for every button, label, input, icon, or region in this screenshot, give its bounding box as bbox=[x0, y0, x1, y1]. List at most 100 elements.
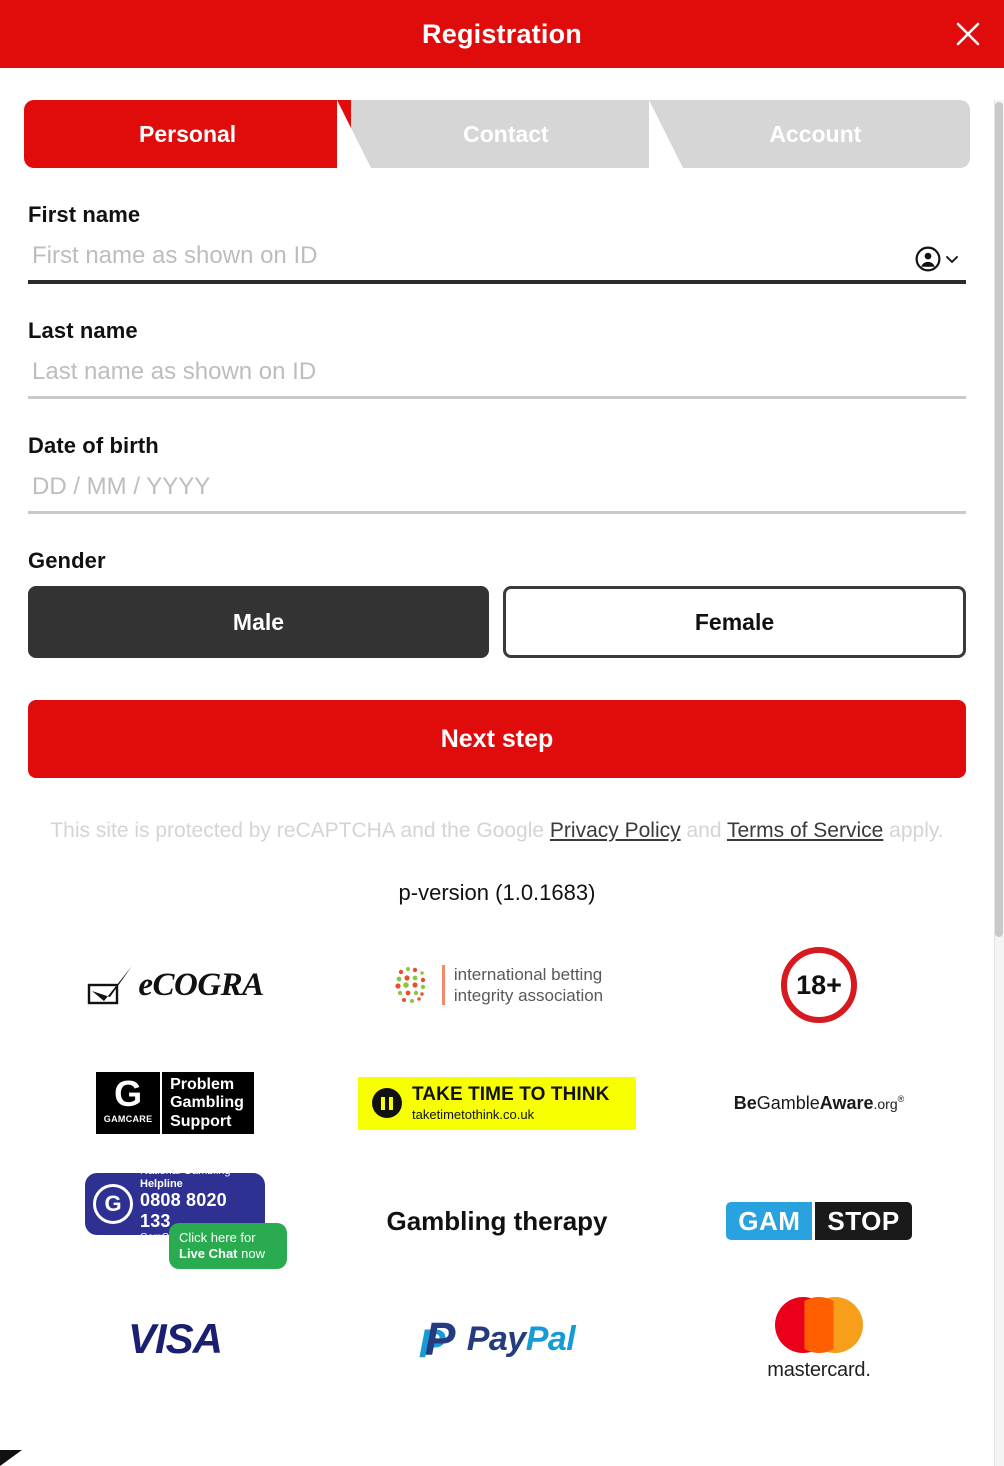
logo-take-time-to-think: TAKE TIME TO THINK taketimetothink.co.uk bbox=[336, 1044, 658, 1162]
paypal-part1: Pay bbox=[466, 1319, 527, 1358]
bga-part2: Gamble bbox=[756, 1092, 820, 1113]
gamcare-line1: Problem bbox=[170, 1075, 235, 1093]
logo-begambleaware: BeGambleAware.org® bbox=[658, 1044, 980, 1162]
modal-header: Registration bbox=[0, 0, 1004, 68]
recaptcha-prefix: This site is protected by reCAPTCHA and … bbox=[50, 819, 550, 842]
gender-options: Male Female bbox=[28, 586, 966, 658]
logo-gambling-therapy: Gambling therapy bbox=[336, 1162, 658, 1280]
paypal-part2: Pal bbox=[525, 1319, 576, 1358]
helpline-mark: G bbox=[93, 1184, 133, 1225]
terms-of-service-link[interactable]: Terms of Service bbox=[727, 819, 883, 842]
next-step-button[interactable]: Next step bbox=[28, 700, 966, 778]
last-name-input[interactable] bbox=[28, 354, 966, 396]
gender-option-male[interactable]: Male bbox=[28, 586, 489, 658]
cursor-artifact bbox=[0, 1450, 22, 1466]
tab-separator-1 bbox=[337, 100, 371, 168]
date-of-birth-input-row bbox=[28, 469, 966, 511]
logo-ibia: international betting integrity associat… bbox=[336, 926, 658, 1044]
gender-option-female-label: Female bbox=[694, 608, 775, 635]
helpline-title-plain: National Gambling bbox=[140, 1165, 231, 1178]
recaptcha-conjunction: and bbox=[680, 819, 727, 842]
scrollbar-thumb[interactable] bbox=[995, 102, 1003, 937]
helpline-title-bold: Helpline bbox=[140, 1177, 183, 1190]
first-name-label: First name bbox=[28, 202, 141, 227]
date-of-birth-underline bbox=[28, 511, 966, 514]
certification-logo-grid: eCOGRA international betting integrity a… bbox=[0, 926, 994, 1398]
app-version: p-version (1.0.1683) bbox=[398, 880, 596, 906]
tab-account[interactable]: Account bbox=[642, 100, 971, 168]
gamstop-part1: GAM bbox=[726, 1202, 813, 1241]
vertical-scrollbar[interactable] bbox=[994, 100, 1004, 1466]
logo-18-plus: 18+ bbox=[658, 926, 980, 1044]
live-chat-bold: Live Chat bbox=[179, 1246, 238, 1262]
visa-text: VISA bbox=[127, 1315, 223, 1363]
gamcare-mark: G bbox=[114, 1073, 143, 1115]
gamcare-brand: GAMCARE bbox=[103, 1114, 153, 1125]
logo-paypal: P P PayPal bbox=[336, 1280, 658, 1398]
gender-label: Gender bbox=[28, 548, 106, 573]
bga-registered: ® bbox=[897, 1093, 905, 1104]
live-chat-tail: now bbox=[237, 1246, 265, 1262]
tab-account-label: Account bbox=[769, 120, 862, 147]
logo-ecogra-text: eCOGRA bbox=[138, 966, 264, 1003]
recaptcha-notice: This site is protected by reCAPTCHA and … bbox=[48, 816, 946, 846]
tab-separator-2 bbox=[649, 100, 683, 168]
gamcare-line3: Support bbox=[170, 1112, 232, 1130]
age-restriction-badge: 18+ bbox=[781, 947, 857, 1024]
gamstop-part2: STOP bbox=[815, 1202, 912, 1241]
date-of-birth-label: Date of birth bbox=[28, 433, 159, 458]
logo-gamcare: G GAMCARE Problem Gambling Support bbox=[14, 1044, 336, 1162]
logo-national-gambling-helpline: G National Gambling Helpline 0808 8020 1… bbox=[14, 1162, 336, 1280]
modal-content: Personal Contact Account First name Firs… bbox=[0, 100, 994, 1398]
first-name-input[interactable] bbox=[28, 238, 966, 280]
recaptcha-suffix: apply. bbox=[883, 819, 944, 842]
date-of-birth-input[interactable] bbox=[28, 469, 966, 511]
chevron-down-icon bbox=[946, 256, 958, 263]
gender-option-female[interactable]: Female bbox=[503, 586, 966, 658]
close-icon[interactable] bbox=[946, 12, 990, 56]
logo-gamstop: GAM STOP bbox=[658, 1162, 980, 1280]
tab-contact-label: Contact bbox=[463, 120, 549, 147]
ibia-divider bbox=[441, 965, 445, 1006]
logo-ibia-line2: integrity association bbox=[453, 986, 604, 1006]
globe-dots-icon bbox=[395, 967, 426, 1004]
registration-steps-tabs: Personal Contact Account bbox=[24, 100, 971, 168]
last-name-field: Last name bbox=[28, 318, 966, 399]
live-chat-button[interactable]: Click here for Live Chat now bbox=[169, 1222, 287, 1270]
date-of-birth-field: Date of birth bbox=[28, 433, 966, 514]
pause-icon bbox=[372, 1088, 402, 1119]
mastercard-circles-icon bbox=[774, 1296, 863, 1353]
privacy-policy-link[interactable]: Privacy Policy bbox=[550, 819, 681, 842]
last-name-input-row bbox=[28, 354, 966, 396]
page-title: Registration bbox=[422, 18, 582, 49]
paypal-mark-front: P bbox=[424, 1313, 456, 1366]
mastercard-text: mastercard. bbox=[767, 1358, 871, 1381]
tab-personal[interactable]: Personal bbox=[24, 100, 369, 168]
bga-part4: .org bbox=[873, 1095, 898, 1112]
first-name-field: First name bbox=[28, 202, 966, 284]
ttt-headline: TAKE TIME TO THINK bbox=[412, 1083, 610, 1105]
first-name-underline bbox=[28, 280, 966, 284]
bga-part1: Be bbox=[733, 1092, 757, 1113]
gamcare-line2: Gambling bbox=[170, 1094, 244, 1112]
tab-personal-label: Personal bbox=[139, 120, 237, 147]
bga-part3: Aware bbox=[819, 1092, 874, 1113]
last-name-underline bbox=[28, 396, 966, 399]
ttt-url: taketimetothink.co.uk bbox=[412, 1106, 535, 1122]
live-chat-line1: Click here for bbox=[179, 1229, 256, 1245]
account-autofill-icon[interactable] bbox=[915, 246, 960, 272]
logo-visa: VISA bbox=[14, 1280, 336, 1398]
gender-field: Gender Male Female bbox=[28, 548, 966, 658]
tab-contact[interactable]: Contact bbox=[333, 100, 679, 168]
checkmark-icon bbox=[88, 966, 133, 1005]
gender-option-male-label: Male bbox=[232, 608, 285, 635]
paypal-mark-icon: P P bbox=[419, 1313, 459, 1366]
gambling-therapy-text: Gambling therapy bbox=[386, 1205, 608, 1236]
personal-details-form: First name First name as shown on ID Las… bbox=[0, 202, 994, 906]
first-name-input-row bbox=[28, 238, 966, 280]
logo-ecogra: eCOGRA bbox=[14, 926, 336, 1044]
registration-modal: Registration Personal Contact Account Fi… bbox=[0, 0, 1004, 1466]
modal-scroll-area: Personal Contact Account First name Firs… bbox=[0, 100, 1004, 1466]
last-name-label: Last name bbox=[28, 318, 138, 343]
logo-mastercard: mastercard. bbox=[658, 1280, 980, 1398]
